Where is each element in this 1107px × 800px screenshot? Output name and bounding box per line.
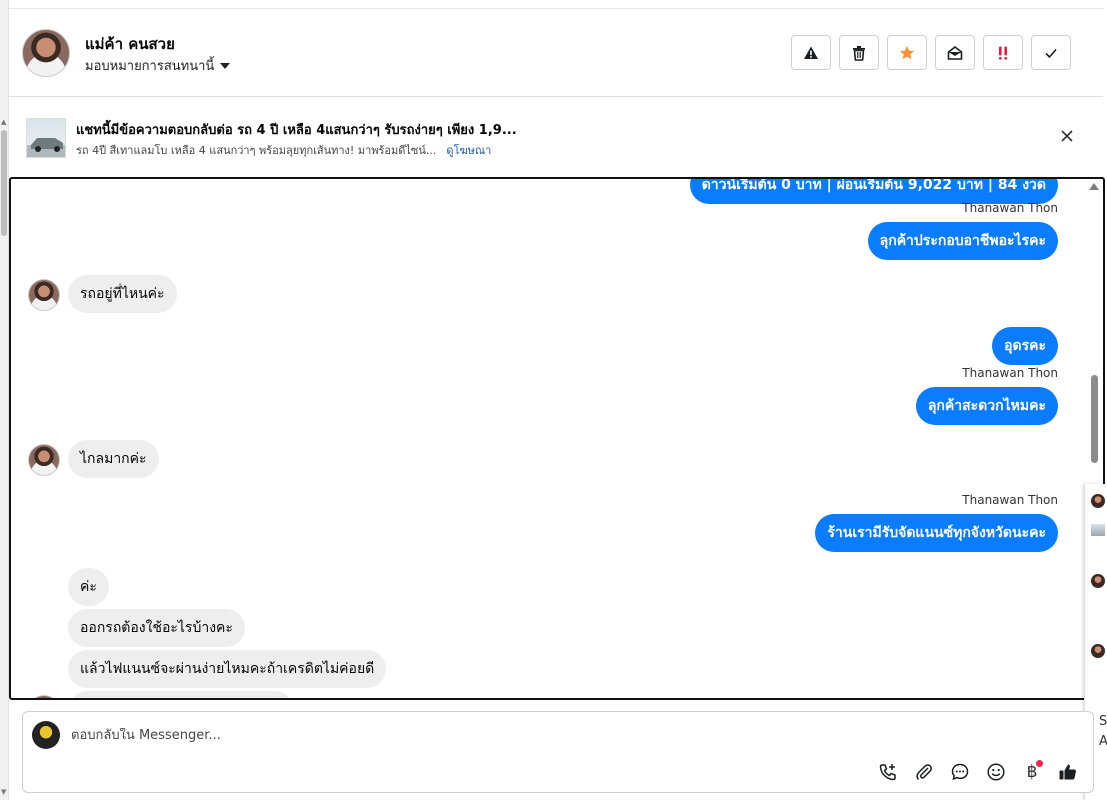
mark-unread-button[interactable] xyxy=(935,35,975,70)
view-ad-link[interactable]: ดูโฆษณา xyxy=(446,144,491,157)
message-incoming: ไกลมากค่ะ xyxy=(68,440,159,478)
contact-name[interactable]: แม่ค้า คนสวย xyxy=(85,32,175,56)
scroll-up-arrow-icon[interactable]: ▲ xyxy=(1,118,6,126)
message-outgoing: อุดรคะ xyxy=(992,327,1058,365)
delete-button[interactable] xyxy=(839,35,879,70)
avatar xyxy=(1091,644,1105,658)
emoji-button[interactable] xyxy=(984,760,1008,784)
add-call-icon xyxy=(879,764,896,781)
like-button[interactable] xyxy=(1056,760,1080,784)
message-incoming-partial xyxy=(68,691,294,698)
message-incoming: แล้วไฟแนนซ์จะผ่านง่ายไหมคะถ้าเครดิตไม่ค่… xyxy=(68,650,387,688)
message-composer: ฿ xyxy=(22,711,1094,793)
ad-context-bar: แชทนี้มีข้อความตอบกลับต่อ รถ 4 ปี เหลือ … xyxy=(9,98,1103,176)
spam-icon xyxy=(999,46,1007,60)
message-outgoing: ลุกค้าประกอบอาชีพอะไรคะ xyxy=(867,222,1058,260)
composer-tools: ฿ xyxy=(876,760,1080,784)
payment-button[interactable]: ฿ xyxy=(1020,760,1044,784)
scroll-down-arrow-icon[interactable]: ▼ xyxy=(1,788,6,796)
conversation-header: แม่ค้า คนสวย มอบหมายการสนทนานี้ xyxy=(9,9,1103,97)
side-panel-text: S xyxy=(1099,714,1107,729)
contact-avatar-small xyxy=(28,444,60,476)
ad-description: รถ 4ปี สีเทาแลมโบ เหลือ 4 แสนกว่าๆ พร้อม… xyxy=(76,144,437,157)
ad-thumbnail xyxy=(1091,524,1105,536)
saved-reply-button[interactable] xyxy=(948,760,972,784)
sender-name: Thanawan Thon xyxy=(962,493,1058,507)
message-outgoing: ลุกค้าสะดวกไหมคะ xyxy=(915,387,1058,425)
message-outgoing: ดาวน์เริ่มต้น 0 บาท | ผ่อนเริ่มต้น 9,022… xyxy=(689,179,1058,204)
side-panel-text: A xyxy=(1099,734,1107,749)
warning-icon xyxy=(804,46,818,59)
message-thread[interactable]: ดาวน์เริ่มต้น 0 บาท | ผ่อนเริ่มต้น 9,022… xyxy=(9,177,1105,700)
outer-scroll-thumb[interactable] xyxy=(1,130,7,236)
scroll-up-icon[interactable] xyxy=(1089,183,1099,190)
assign-label: มอบหมายการสนทนานี้ xyxy=(85,59,215,74)
contact-avatar[interactable] xyxy=(22,29,70,77)
spam-button[interactable] xyxy=(983,35,1023,70)
star-icon xyxy=(900,45,914,59)
sender-name: Thanawan Thon xyxy=(962,366,1058,380)
attachment-icon xyxy=(916,764,932,780)
attach-button[interactable] xyxy=(912,760,936,784)
avatar xyxy=(1091,494,1105,508)
mark-unread-icon xyxy=(947,45,963,60)
close-icon[interactable] xyxy=(1059,128,1075,144)
message-incoming: รถอยู่ที่ไหนค่ะ xyxy=(68,275,177,313)
trash-icon xyxy=(853,45,865,61)
star-button[interactable] xyxy=(887,35,927,70)
like-icon xyxy=(1059,764,1076,780)
thread-scroll-thumb[interactable] xyxy=(1091,375,1098,463)
done-button[interactable] xyxy=(1031,35,1071,70)
contact-avatar-small xyxy=(28,279,60,311)
message-incoming: ค่ะ xyxy=(68,568,109,606)
report-button[interactable] xyxy=(791,35,831,70)
check-icon xyxy=(1045,48,1057,58)
add-call-button[interactable] xyxy=(876,760,900,784)
caret-down-icon xyxy=(220,62,231,69)
message-incoming: ออกรถต้องใช้อะไรบ้างคะ xyxy=(68,609,245,647)
ad-subtitle: รถ 4ปี สีเทาแลมโบ เหลือ 4 แสนกว่าๆ พร้อม… xyxy=(76,141,491,159)
sender-name: Thanawan Thon xyxy=(962,201,1058,215)
ad-thumbnail[interactable] xyxy=(26,118,66,158)
ad-title: แชทนี้มีข้อความตอบกลับต่อ รถ 4 ปี เหลือ … xyxy=(76,123,517,138)
page-avatar xyxy=(32,721,60,749)
car-image xyxy=(27,138,65,157)
notification-dot xyxy=(1036,760,1043,767)
outer-scrollbar[interactable]: ▲ ▼ xyxy=(0,0,9,800)
saved-reply-icon xyxy=(951,763,969,781)
message-outgoing: ร้านเรามีรับจัดแนนซ์ทุกจังหวัดนะคะ xyxy=(815,514,1058,552)
avatar xyxy=(1091,574,1105,588)
header-actions xyxy=(791,35,1071,70)
contact-avatar-small xyxy=(28,695,60,698)
emoji-icon xyxy=(987,763,1005,781)
assign-conversation-dropdown[interactable]: มอบหมายการสนทนานี้ xyxy=(85,55,231,76)
reply-input[interactable] xyxy=(71,728,871,743)
